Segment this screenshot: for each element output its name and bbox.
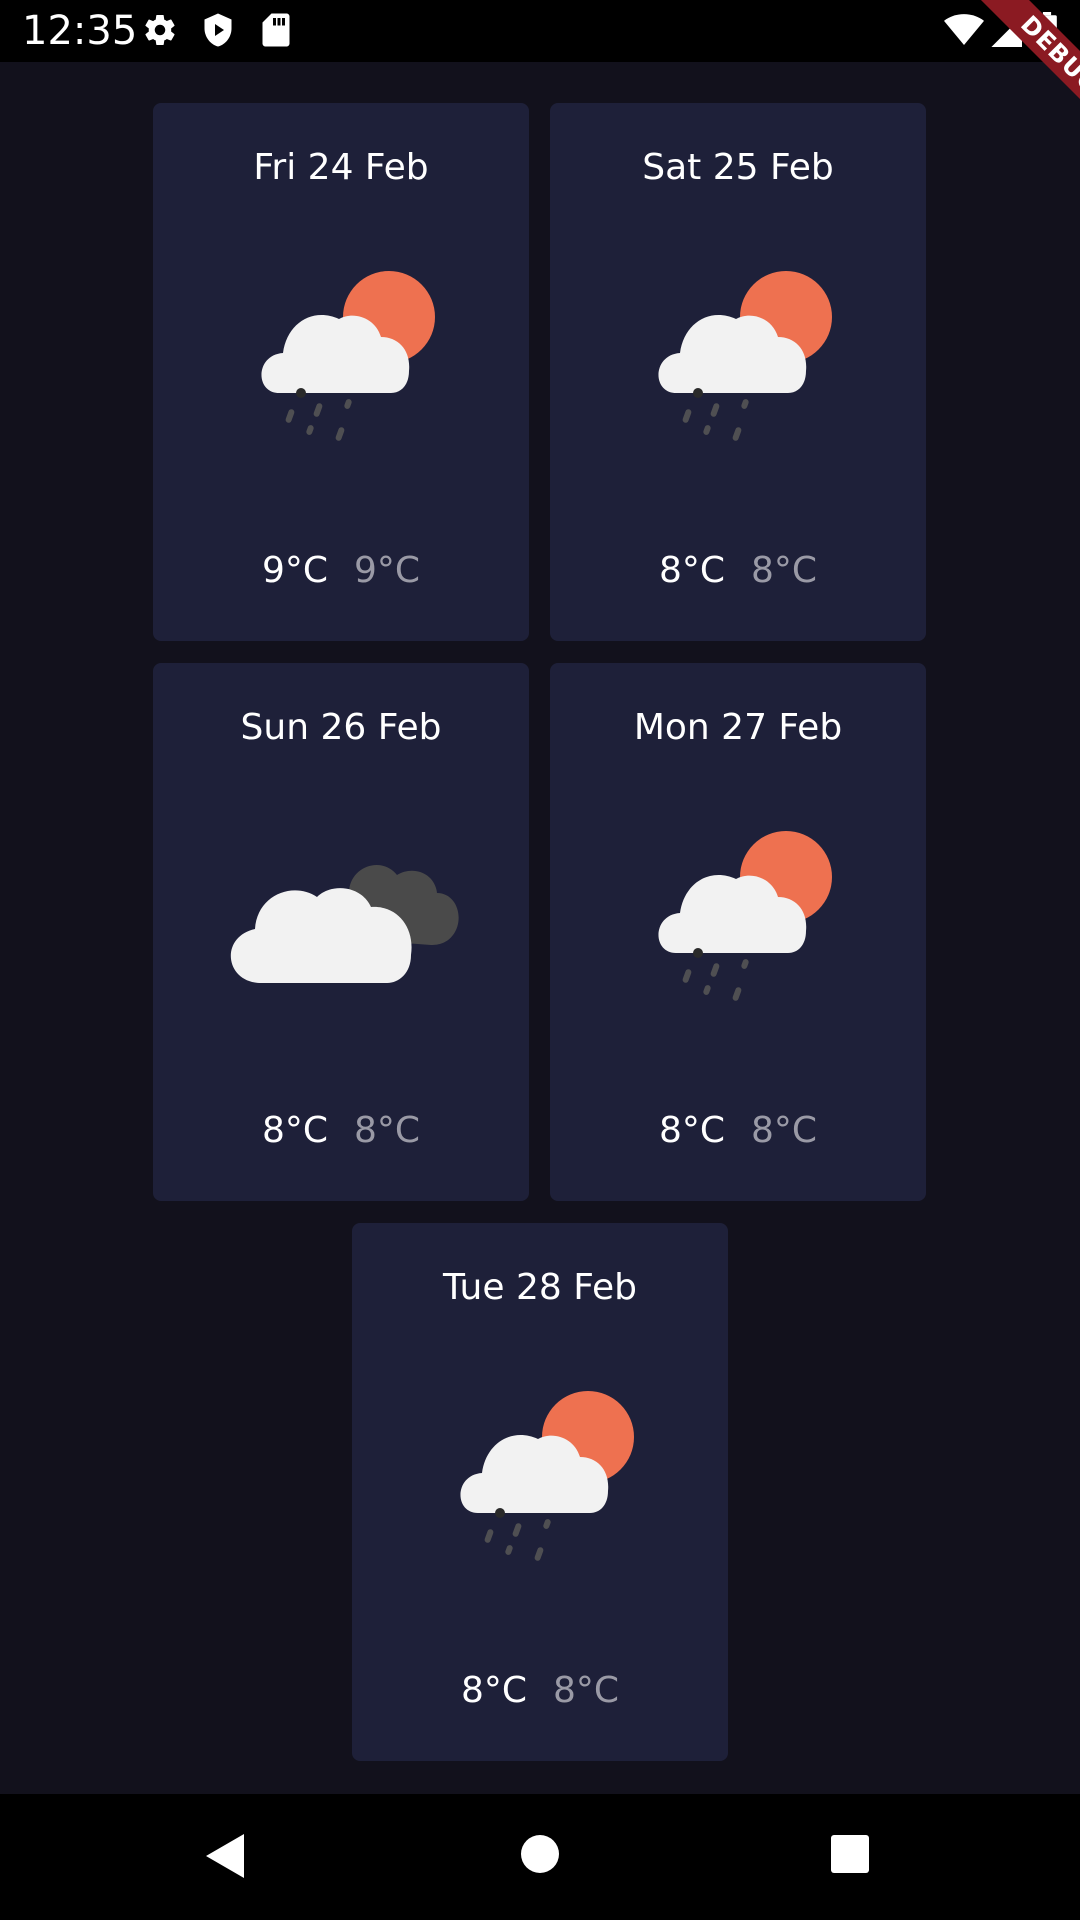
home-icon[interactable]: [520, 1834, 560, 1878]
recents-icon[interactable]: [830, 1834, 870, 1878]
forecast-date: Sun 26 Feb: [240, 707, 442, 748]
temp-min: 9°C: [354, 550, 421, 591]
temp-max: 8°C: [658, 1110, 725, 1151]
forecast-card: Sat 25 Feb 8°C 8°C: [550, 103, 926, 641]
temp-min: 8°C: [751, 550, 818, 591]
gear-icon: [142, 12, 178, 52]
forecast-date: Tue 28 Feb: [443, 1267, 637, 1308]
forecast-date: Sat 25 Feb: [642, 147, 834, 188]
forecast-temps: 9°C 9°C: [153, 549, 529, 593]
forecast-card: Fri 24 Feb 9°C 9°C: [153, 103, 529, 641]
rain-cloud-sun-icon: [460, 1391, 634, 1562]
forecast-card: Sun 26 Feb 8°C 8°C: [153, 663, 529, 1201]
rain-cloud-sun-icon: [261, 271, 435, 442]
cell-signal-icon: [988, 12, 1022, 52]
forecast-temps: 8°C 8°C: [153, 1109, 529, 1153]
forecast-temps: 8°C 8°C: [550, 1109, 926, 1153]
battery-icon: [1036, 12, 1058, 52]
forecast-temps: 8°C 8°C: [352, 1669, 728, 1713]
overcast-clouds-icon: [230, 864, 459, 983]
forecast-temps: 8°C 8°C: [550, 549, 926, 593]
temp-max: 8°C: [460, 1670, 527, 1711]
navigation-bar: [0, 1794, 1080, 1920]
temp-min: 8°C: [553, 1670, 620, 1711]
temp-max: 8°C: [658, 550, 725, 591]
back-icon[interactable]: [204, 1832, 246, 1884]
forecast-card: Mon 27 Feb 8°C 8°C: [550, 663, 926, 1201]
forecast-card: Tue 28 Feb 8°C 8°C: [352, 1223, 728, 1761]
status-time: 12:35: [22, 8, 138, 54]
temp-min: 8°C: [751, 1110, 818, 1151]
rain-cloud-sun-icon: [658, 271, 832, 442]
wifi-icon: [944, 12, 984, 52]
temp-max: 9°C: [261, 550, 328, 591]
temp-min: 8°C: [354, 1110, 421, 1151]
temp-max: 8°C: [261, 1110, 328, 1151]
shield-play-icon: [200, 12, 236, 52]
rain-cloud-sun-icon: [658, 831, 832, 1002]
sd-card-icon: [260, 12, 292, 52]
forecast-date: Fri 24 Feb: [253, 147, 429, 188]
forecast-date: Mon 27 Feb: [633, 707, 843, 748]
status-bar: 12:35: [0, 0, 1080, 62]
